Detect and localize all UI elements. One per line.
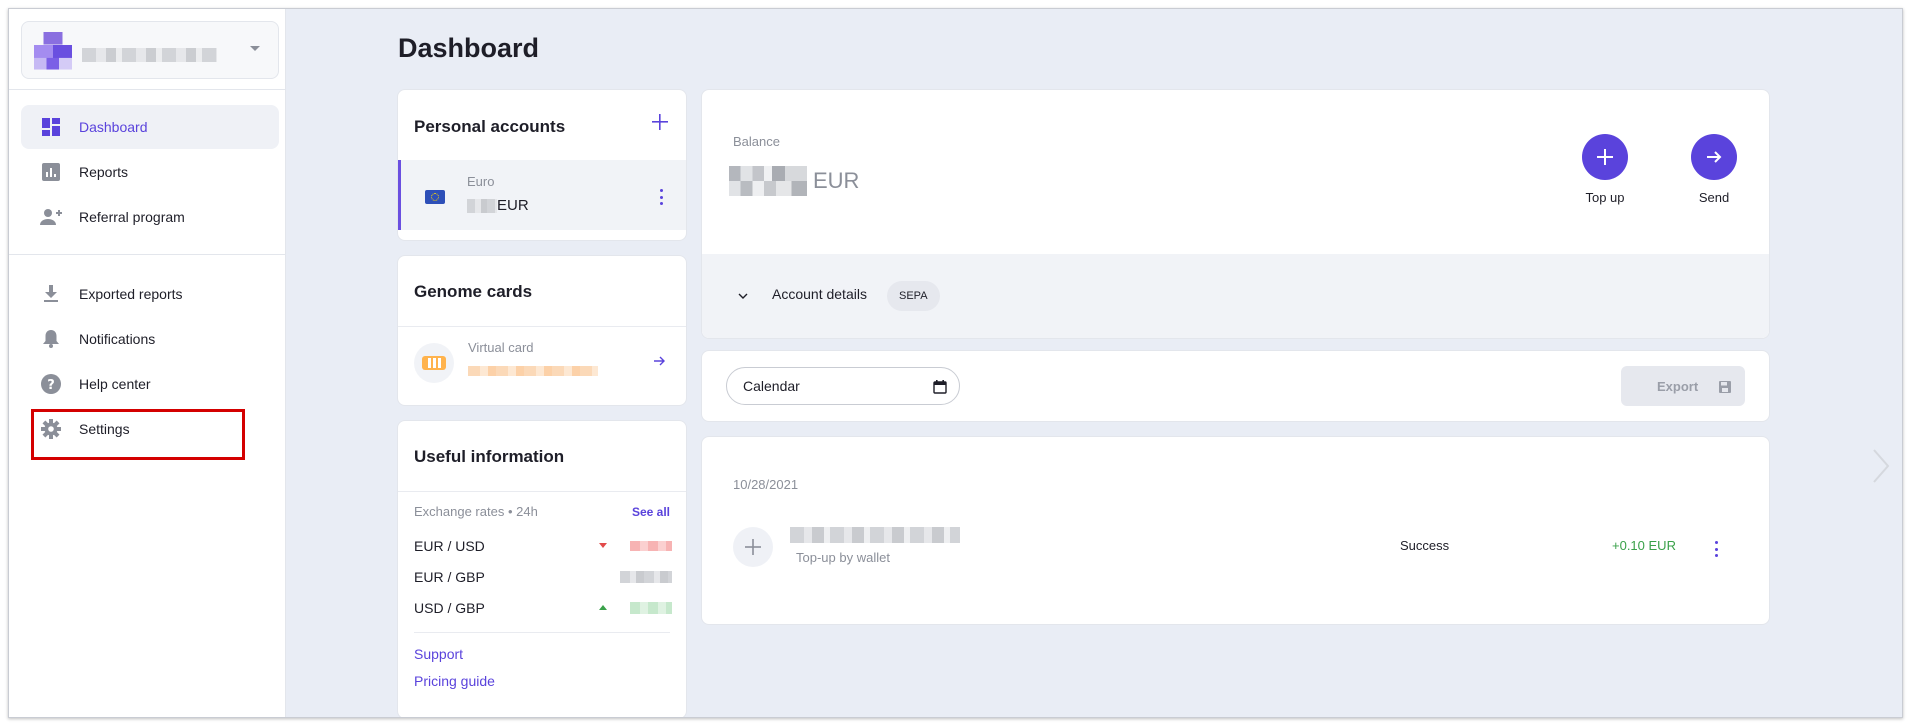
export-label: Export bbox=[1657, 378, 1699, 394]
filters-card: Calendar Export bbox=[701, 350, 1770, 422]
save-icon bbox=[1719, 380, 1731, 398]
transaction-status: Success bbox=[1400, 538, 1450, 553]
sidebar-item-referral-program[interactable]: Referral program bbox=[21, 195, 279, 239]
help-icon: ? bbox=[39, 372, 63, 396]
useful-information-title: Useful information bbox=[414, 447, 565, 466]
dashboard-icon bbox=[39, 115, 63, 139]
exchange-rates-label: Exchange rates • 24h bbox=[414, 504, 538, 519]
rate-pair: EUR / USD bbox=[414, 538, 485, 554]
sepa-badge: SEPA bbox=[887, 281, 940, 311]
reports-icon bbox=[39, 160, 63, 184]
account-row-euro[interactable]: Euro EUR bbox=[398, 160, 686, 230]
account-currency: EUR bbox=[497, 197, 529, 214]
add-person-icon bbox=[39, 205, 63, 229]
balance-currency: EUR bbox=[813, 168, 860, 193]
sidebar-item-help-center[interactable]: ? Help center bbox=[21, 362, 279, 406]
app-window: Dashboard Reports Referral program Expor… bbox=[8, 8, 1903, 718]
transactions-card: 10/28/2021 Top-up by wallet Success +0.1… bbox=[701, 436, 1770, 625]
send-button[interactable] bbox=[1691, 134, 1737, 180]
svg-text:?: ? bbox=[47, 378, 55, 393]
support-link[interactable]: Support bbox=[414, 646, 463, 662]
calendar-input-label: Calendar bbox=[743, 378, 800, 394]
rate-value-redacted bbox=[630, 602, 672, 614]
transaction-date: 10/28/2021 bbox=[733, 477, 799, 492]
useful-information-card: Useful information Exchange rates • 24h … bbox=[397, 420, 687, 717]
account-name: Euro bbox=[467, 174, 495, 189]
account-details-toggle[interactable]: Account details bbox=[772, 286, 867, 302]
card-divider bbox=[398, 491, 686, 492]
transaction-row[interactable]: Top-up by wallet Success +0.10 EUR bbox=[702, 517, 1769, 587]
settings-highlight bbox=[31, 409, 245, 460]
chevron-right-icon[interactable] bbox=[1872, 449, 1890, 483]
rate-row: EUR / GBP bbox=[414, 567, 672, 587]
personal-accounts-card: Personal accounts Euro EUR bbox=[397, 89, 687, 241]
account-switcher[interactable] bbox=[21, 21, 279, 79]
plus-icon bbox=[1597, 149, 1613, 165]
rate-row: USD / GBP bbox=[414, 598, 672, 618]
send-label: Send bbox=[1698, 190, 1730, 205]
genome-cards-title: Genome cards bbox=[414, 282, 533, 301]
rate-pair: USD / GBP bbox=[414, 600, 485, 616]
sidebar-item-label: Dashboard bbox=[79, 119, 148, 135]
export-button[interactable]: Export bbox=[1621, 366, 1745, 406]
arrow-right-icon[interactable] bbox=[654, 354, 666, 372]
virtual-card-row[interactable]: Virtual card bbox=[398, 327, 686, 405]
plus-icon bbox=[733, 527, 773, 567]
balance-card: Balance EUR Top up Send Account details … bbox=[701, 89, 1770, 339]
sidebar-divider bbox=[9, 89, 286, 90]
trend-down-icon bbox=[599, 543, 607, 548]
account-balance-redacted bbox=[467, 198, 497, 213]
balance-amount: EUR bbox=[729, 166, 859, 196]
rate-value-redacted bbox=[630, 541, 672, 551]
download-icon bbox=[39, 282, 63, 306]
balance-value-redacted bbox=[729, 166, 807, 196]
account-menu-icon[interactable] bbox=[659, 189, 663, 205]
page-title: Dashboard bbox=[398, 33, 540, 63]
top-up-label: Top up bbox=[1585, 190, 1625, 205]
sidebar-item-label: Referral program bbox=[79, 209, 185, 225]
eu-flag-icon bbox=[425, 190, 445, 204]
transaction-description: Top-up by wallet bbox=[796, 550, 890, 565]
sidebar-item-exported-reports[interactable]: Exported reports bbox=[21, 272, 279, 316]
personal-accounts-title: Personal accounts bbox=[414, 117, 566, 136]
sidebar-item-reports[interactable]: Reports bbox=[21, 150, 279, 194]
rate-pair: EUR / GBP bbox=[414, 569, 485, 585]
virtual-card-label: Virtual card bbox=[468, 340, 534, 355]
account-avatar bbox=[34, 32, 72, 70]
sidebar-divider bbox=[9, 254, 286, 255]
rate-value-redacted bbox=[620, 571, 672, 583]
transaction-amount: +0.10 EUR bbox=[1612, 538, 1676, 553]
calendar-icon[interactable] bbox=[933, 380, 947, 397]
sidebar: Dashboard Reports Referral program Expor… bbox=[9, 9, 286, 717]
calendar-input[interactable]: Calendar bbox=[726, 367, 960, 405]
top-up-button[interactable] bbox=[1582, 134, 1628, 180]
transaction-title-redacted bbox=[790, 527, 960, 543]
caret-down-icon[interactable] bbox=[250, 46, 260, 51]
card-divider bbox=[414, 632, 670, 633]
pricing-guide-link[interactable]: Pricing guide bbox=[414, 673, 495, 689]
transaction-menu-icon[interactable] bbox=[1714, 541, 1718, 557]
sidebar-item-label: Reports bbox=[79, 164, 129, 180]
trend-up-icon bbox=[599, 605, 607, 610]
rate-row: EUR / USD bbox=[414, 536, 672, 556]
chevron-down-icon[interactable] bbox=[738, 287, 748, 305]
sidebar-item-notifications[interactable]: Notifications bbox=[21, 317, 279, 361]
see-all-link[interactable]: See all bbox=[632, 505, 670, 519]
virtual-card-number-redacted bbox=[468, 366, 598, 376]
bell-icon bbox=[39, 327, 63, 351]
genome-cards-card: Genome cards Virtual card bbox=[397, 255, 687, 406]
account-balance: EUR bbox=[467, 197, 529, 214]
sidebar-item-dashboard[interactable]: Dashboard bbox=[21, 105, 279, 149]
add-account-icon[interactable] bbox=[652, 114, 668, 130]
sidebar-item-label: Exported reports bbox=[79, 286, 183, 302]
arrow-right-icon bbox=[1707, 151, 1722, 163]
balance-label: Balance bbox=[733, 134, 780, 149]
sidebar-item-label: Help center bbox=[79, 376, 151, 392]
sidebar-item-label: Notifications bbox=[79, 331, 156, 347]
account-details-section: Account details SEPA bbox=[702, 254, 1769, 338]
account-name-redacted bbox=[82, 48, 217, 62]
virtual-card-icon bbox=[414, 343, 454, 383]
